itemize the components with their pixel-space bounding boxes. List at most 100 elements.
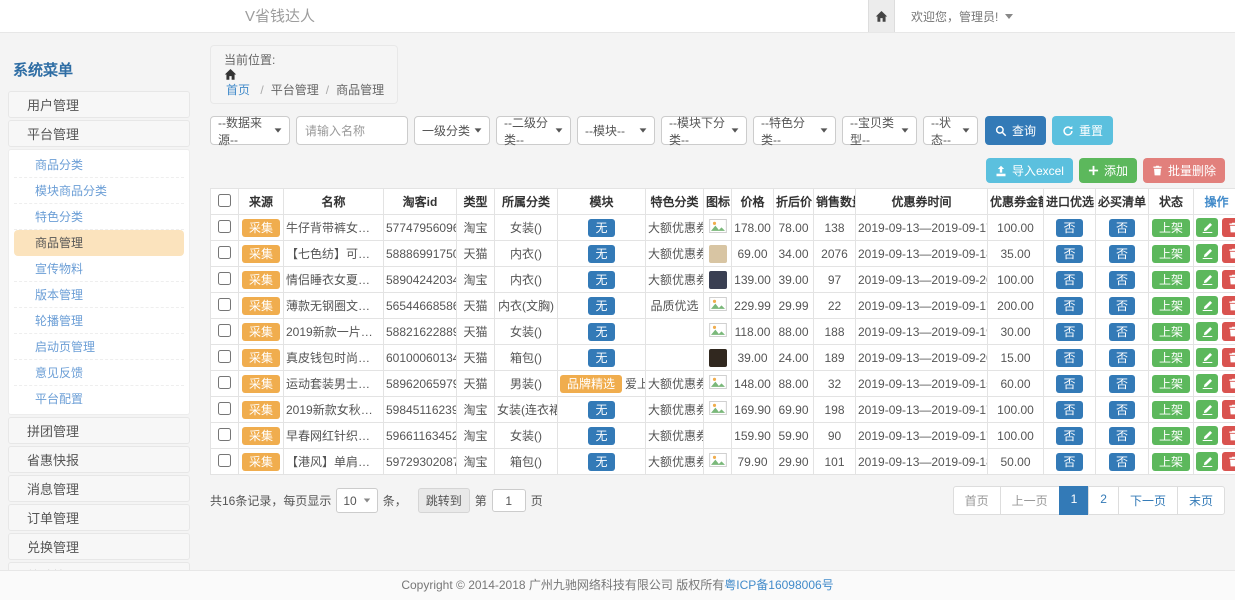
sidebar-section-1[interactable]: 平台管理 [8,120,190,147]
user-menu[interactable]: 欢迎您，管理员! [911,8,1013,25]
status-badge[interactable]: 上架 [1152,297,1190,315]
row-checkbox[interactable] [218,402,231,415]
status-badge[interactable]: 上架 [1152,375,1190,393]
must-buy-toggle[interactable]: 否 [1109,427,1135,445]
sidebar-section-6[interactable]: 兑换管理 [8,533,190,560]
status-badge[interactable]: 上架 [1152,219,1190,237]
pager-button-1[interactable]: 上一页 [1000,486,1060,515]
status-badge[interactable]: 上架 [1152,401,1190,419]
must-buy-toggle[interactable]: 否 [1109,349,1135,367]
sidebar-section-3[interactable]: 省惠快报 [8,446,190,473]
import-select-toggle[interactable]: 否 [1056,245,1082,263]
page-size-select[interactable]: 10 [336,488,377,513]
jump-button[interactable]: 跳转到 [418,488,470,513]
sidebar-section-0[interactable]: 用户管理 [8,91,190,118]
jump-page-input[interactable] [492,489,526,512]
moduleSub-select[interactable]: --模块下分类-- [661,116,747,145]
row-checkbox[interactable] [218,324,231,337]
reset-button[interactable]: 重置 [1052,116,1113,145]
must-buy-toggle[interactable]: 否 [1109,453,1135,471]
import-select-toggle[interactable]: 否 [1056,297,1082,315]
must-buy-toggle[interactable]: 否 [1109,271,1135,289]
sidebar-item-1-0[interactable]: 商品分类 [14,152,184,178]
pager-button-3[interactable]: 2 [1088,486,1119,515]
row-checkbox[interactable] [218,298,231,311]
delete-button[interactable] [1222,348,1235,367]
source-select[interactable]: --数据来源-- [210,116,290,145]
status-badge[interactable]: 上架 [1152,271,1190,289]
must-buy-toggle[interactable]: 否 [1109,297,1135,315]
edit-button[interactable] [1196,426,1218,445]
must-buy-toggle[interactable]: 否 [1109,219,1135,237]
bulk-delete-button[interactable]: 批量删除 [1143,158,1225,183]
search-button[interactable]: 查询 [985,116,1046,145]
name-input[interactable] [296,116,408,145]
status-badge[interactable]: 上架 [1152,427,1190,445]
delete-button[interactable] [1222,270,1235,289]
select-all-checkbox[interactable] [218,194,231,207]
sidebar-item-1-6[interactable]: 轮播管理 [14,308,184,334]
pager-button-5[interactable]: 末页 [1177,486,1225,515]
row-checkbox[interactable] [218,428,231,441]
import-select-toggle[interactable]: 否 [1056,323,1082,341]
row-checkbox[interactable] [218,376,231,389]
status-select[interactable]: --状态-- [923,116,978,145]
row-checkbox[interactable] [218,246,231,259]
sidebar-item-1-1[interactable]: 模块商品分类 [14,178,184,204]
itemType-select[interactable]: --宝贝类型-- [842,116,917,145]
import-select-toggle[interactable]: 否 [1056,427,1082,445]
row-checkbox[interactable] [218,454,231,467]
pager-button-4[interactable]: 下一页 [1118,486,1178,515]
feature-select[interactable]: --特色分类-- [753,116,836,145]
edit-button[interactable] [1196,296,1218,315]
delete-button[interactable] [1222,218,1235,237]
sidebar-item-1-3[interactable]: 商品管理 [14,230,184,256]
row-checkbox[interactable] [218,350,231,363]
icp-link[interactable]: 粤ICP备16098006号 [724,578,833,592]
edit-button[interactable] [1196,348,1218,367]
add-button[interactable]: 添加 [1079,158,1137,183]
import-select-toggle[interactable]: 否 [1056,401,1082,419]
delete-button[interactable] [1222,400,1235,419]
delete-button[interactable] [1222,244,1235,263]
cat2-select[interactable]: --二级分类-- [496,116,571,145]
status-badge[interactable]: 上架 [1152,323,1190,341]
delete-button[interactable] [1222,296,1235,315]
pager-button-0[interactable]: 首页 [953,486,1001,515]
home-button[interactable] [868,0,895,32]
edit-button[interactable] [1196,244,1218,263]
sidebar-item-1-5[interactable]: 版本管理 [14,282,184,308]
must-buy-toggle[interactable]: 否 [1109,401,1135,419]
import-select-toggle[interactable]: 否 [1056,271,1082,289]
edit-button[interactable] [1196,270,1218,289]
row-checkbox[interactable] [218,220,231,233]
import-select-toggle[interactable]: 否 [1056,453,1082,471]
status-badge[interactable]: 上架 [1152,453,1190,471]
sidebar-item-1-4[interactable]: 宣传物料 [14,256,184,282]
import-select-toggle[interactable]: 否 [1056,375,1082,393]
edit-button[interactable] [1196,400,1218,419]
import-select-toggle[interactable]: 否 [1056,219,1082,237]
import-excel-button[interactable]: 导入excel [986,158,1073,183]
sidebar-item-1-7[interactable]: 启动页管理 [14,334,184,360]
edit-button[interactable] [1196,322,1218,341]
delete-button[interactable] [1222,374,1235,393]
delete-button[interactable] [1222,322,1235,341]
pager-current-page[interactable]: 1 [1059,486,1090,515]
sidebar-section-2[interactable]: 拼团管理 [8,417,190,444]
status-badge[interactable]: 上架 [1152,349,1190,367]
sidebar-item-1-2[interactable]: 特色分类 [14,204,184,230]
edit-button[interactable] [1196,452,1218,471]
sidebar-section-4[interactable]: 消息管理 [8,475,190,502]
must-buy-toggle[interactable]: 否 [1109,245,1135,263]
module-select[interactable]: --模块-- [577,116,655,145]
edit-button[interactable] [1196,374,1218,393]
cat1-select[interactable]: 一级分类 [414,116,490,145]
sidebar-item-1-8[interactable]: 意见反馈 [14,360,184,386]
sidebar-item-1-9[interactable]: 平台配置 [14,386,184,412]
row-checkbox[interactable] [218,272,231,285]
must-buy-toggle[interactable]: 否 [1109,323,1135,341]
edit-button[interactable] [1196,218,1218,237]
must-buy-toggle[interactable]: 否 [1109,375,1135,393]
import-select-toggle[interactable]: 否 [1056,349,1082,367]
